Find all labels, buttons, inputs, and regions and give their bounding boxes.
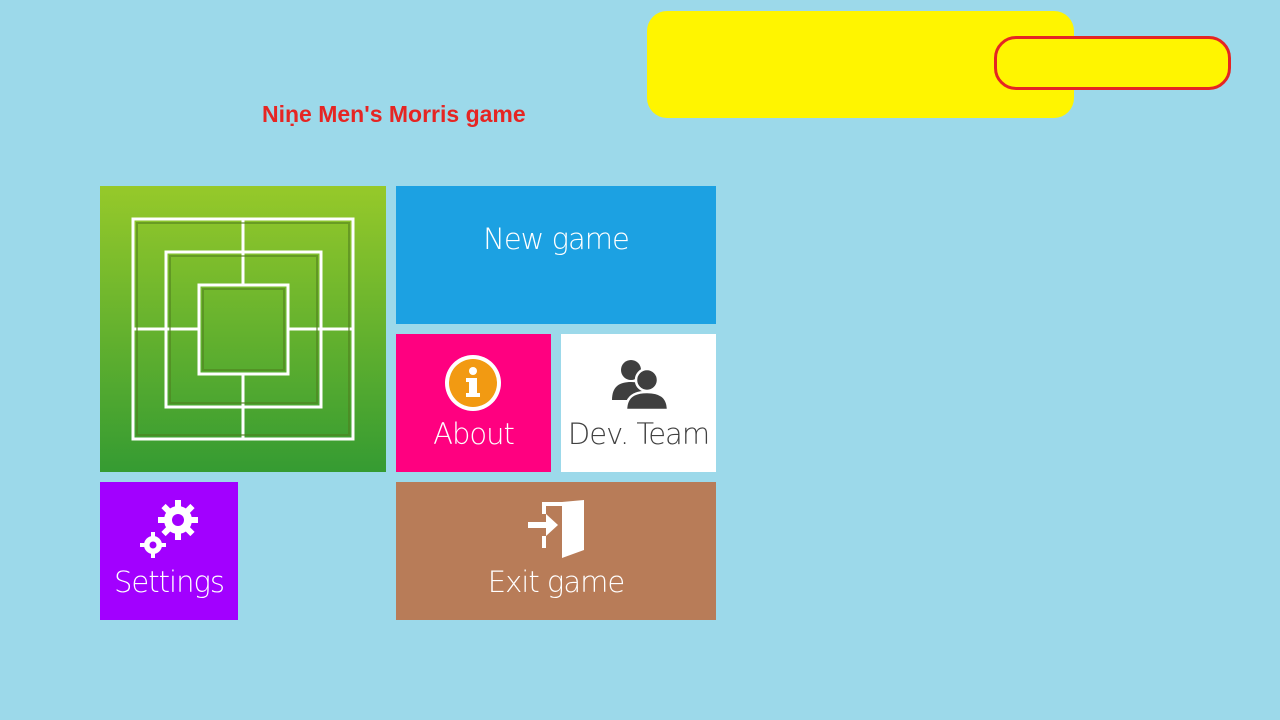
new-game-label: New game [483, 222, 630, 256]
info-icon [445, 355, 501, 411]
users-icon [612, 360, 670, 412]
dev-team-label: Dev. Team [567, 417, 710, 451]
page-title: Niṇe Men's Morris game [262, 101, 526, 127]
settings-button[interactable]: Settings [100, 482, 238, 620]
about-button[interactable]: About [396, 334, 551, 472]
morris-board-icon [131, 217, 355, 441]
gears-icon [140, 500, 198, 558]
about-label: About [433, 417, 515, 451]
banner-divider [1068, 39, 1071, 87]
exit-game-label: Exit game [487, 565, 625, 599]
dev-team-button[interactable]: Dev. Team [561, 334, 716, 472]
exit-door-icon [528, 500, 584, 558]
new-game-button[interactable]: New game [396, 186, 716, 324]
banner-pill-button[interactable] [994, 36, 1231, 90]
board-preview-tile[interactable] [100, 186, 386, 472]
settings-label: Settings [114, 565, 225, 599]
exit-game-button[interactable]: Exit game [396, 482, 716, 620]
